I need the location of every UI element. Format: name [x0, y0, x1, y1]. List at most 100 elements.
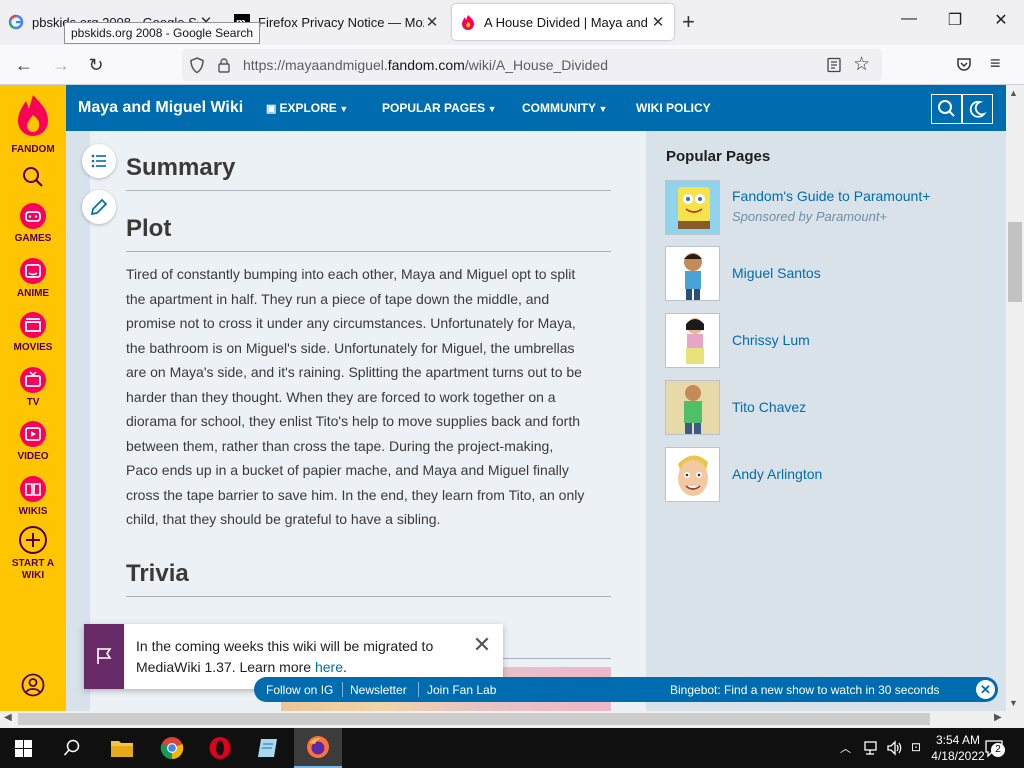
navigation-toolbar: ← → ↻ https://mayaandmiguel.fandom.com/w…: [0, 45, 1024, 85]
popular-page-item[interactable]: Fandom's Guide to Paramount+ Sponsored b…: [665, 180, 985, 235]
spongebob-thumbnail[interactable]: [665, 180, 720, 235]
nav-community[interactable]: COMMUNITY ▼: [522, 101, 607, 115]
games-controller-icon: [20, 203, 46, 229]
vertical-scrollbar[interactable]: [1006, 85, 1024, 711]
close-tab-icon[interactable]: ✕: [650, 13, 666, 31]
minimize-icon[interactable]: —: [894, 10, 924, 28]
tito-thumbnail[interactable]: [665, 380, 720, 435]
rail-item-movies[interactable]: MOVIES: [0, 311, 66, 354]
join-fan-lab-link[interactable]: Join Fan Lab: [427, 683, 496, 697]
chrissy-thumbnail[interactable]: [665, 313, 720, 368]
follow-on-ig-link[interactable]: Follow on IG: [266, 683, 333, 697]
rail-label-anime: ANIME: [16, 288, 50, 299]
horizontal-scroll-thumb[interactable]: [18, 713, 930, 725]
nav-explore[interactable]: ▣ EXPLORE ▼: [266, 101, 348, 115]
plot-line: promise not to cross it under any circum…: [126, 315, 576, 331]
close-notice-icon[interactable]: ✕: [472, 634, 492, 656]
popular-page-item[interactable]: Andy Arlington: [665, 447, 985, 502]
rail-item-start-a-wiki[interactable]: START A WIKI: [0, 525, 66, 582]
popular-page-link[interactable]: Miguel Santos: [732, 265, 821, 281]
wiki-search-button[interactable]: [931, 94, 962, 124]
url-text[interactable]: https://mayaandmiguel.fandom.com/wiki/A_…: [243, 57, 608, 73]
show-hidden-icons[interactable]: ︿: [840, 740, 851, 756]
wiki-name-link[interactable]: Maya and Miguel Wiki: [78, 99, 243, 117]
menu-icon[interactable]: ≡: [990, 53, 1001, 74]
taskbar-opera[interactable]: [196, 728, 244, 768]
close-window-icon[interactable]: ✕: [986, 10, 1016, 30]
tab-house-divided[interactable]: A House Divided | Maya and Miguel Wiki ✕: [452, 4, 674, 40]
popular-page-item[interactable]: Miguel Santos: [665, 246, 985, 301]
bookmark-star-icon[interactable]: ☆: [853, 53, 870, 76]
taskbar-notepad[interactable]: [244, 728, 292, 768]
chevron-down-icon: ▼: [485, 104, 497, 114]
start-button[interactable]: [0, 728, 48, 768]
lock-icon[interactable]: [216, 57, 232, 73]
nav-wiki-policy[interactable]: WIKI POLICY: [636, 101, 711, 115]
miguel-thumbnail[interactable]: [665, 246, 720, 301]
user-account-button[interactable]: [0, 673, 66, 700]
taskbar-search-button[interactable]: [48, 728, 96, 768]
scroll-down-icon[interactable]: ▼: [1009, 698, 1018, 708]
nav-popular-label: POPULAR PAGES: [382, 101, 486, 115]
reader-view-icon[interactable]: [826, 57, 842, 73]
list-icon: [91, 154, 106, 168]
clock[interactable]: 3:54 AM 4/18/2022: [930, 732, 986, 764]
volume-icon[interactable]: [886, 740, 904, 756]
bingebot-promo-link[interactable]: Bingebot: Find a new show to watch in 30…: [670, 683, 940, 697]
learn-more-link[interactable]: here: [315, 659, 343, 675]
close-tab-icon[interactable]: ✕: [424, 13, 440, 31]
back-icon[interactable]: ←: [13, 54, 35, 76]
scroll-right-icon[interactable]: ▶: [994, 712, 1002, 723]
vertical-scroll-thumb[interactable]: [1008, 222, 1022, 302]
andy-thumbnail[interactable]: [665, 447, 720, 502]
tracking-shield-icon[interactable]: [189, 57, 205, 74]
search-button[interactable]: [0, 166, 66, 191]
close-bar-icon[interactable]: ✕: [976, 680, 995, 699]
moon-icon: [969, 100, 987, 118]
fandom-logo[interactable]: FANDOM: [0, 93, 66, 156]
popular-page-item[interactable]: Tito Chavez: [665, 380, 985, 435]
plot-line: cross the tape barrier to save him. In t…: [126, 486, 585, 503]
rail-item-anime[interactable]: ANIME: [0, 257, 66, 300]
taskbar-chrome[interactable]: [148, 728, 196, 768]
reload-icon[interactable]: ↻: [85, 54, 107, 76]
rail-item-wikis[interactable]: WIKIS: [0, 475, 66, 518]
plot-line: child, that they should be grateful to h…: [126, 511, 441, 527]
windows-logo-icon: [15, 740, 32, 757]
tab-title: A House Divided | Maya and Miguel Wiki: [484, 14, 650, 30]
plot-line: the bathroom is on Miguel's side. Unfort…: [126, 339, 575, 356]
taskbar-file-explorer[interactable]: [98, 728, 146, 768]
rail-item-video[interactable]: VIDEO: [0, 420, 66, 463]
network-icon[interactable]: [863, 740, 881, 756]
rail-item-tv[interactable]: TV: [0, 366, 66, 409]
url-domain: fandom.com: [387, 57, 465, 73]
popular-page-link[interactable]: Chrissy Lum: [732, 332, 810, 348]
pocket-icon[interactable]: [956, 57, 972, 73]
movies-clapper-icon: [20, 312, 46, 338]
scroll-left-icon[interactable]: ◀: [4, 712, 12, 723]
popular-page-item[interactable]: Chrissy Lum: [665, 313, 985, 368]
edit-button[interactable]: [82, 190, 116, 224]
clock-time: 3:54 AM: [935, 733, 981, 747]
forward-icon[interactable]: →: [50, 54, 72, 76]
maximize-icon[interactable]: ❐: [940, 10, 970, 30]
taskbar-firefox[interactable]: [294, 728, 342, 768]
dark-mode-toggle[interactable]: [962, 94, 993, 124]
rail-item-games[interactable]: GAMES: [0, 202, 66, 245]
popular-page-link[interactable]: Andy Arlington: [732, 466, 822, 482]
popular-page-link[interactable]: Tito Chavez: [732, 399, 806, 415]
table-of-contents-button[interactable]: [82, 144, 116, 178]
url-bar[interactable]: https://mayaandmiguel.fandom.com/wiki/A_…: [182, 49, 882, 81]
notepad-icon: [258, 739, 277, 757]
popular-page-link[interactable]: Fandom's Guide to Paramount+: [732, 188, 930, 204]
newsletter-link[interactable]: Newsletter: [350, 683, 407, 697]
plot-line: harder than they thought. When they are …: [126, 388, 556, 405]
new-tab-icon[interactable]: +: [682, 10, 695, 34]
nav-popular-pages[interactable]: POPULAR PAGES ▼: [382, 101, 497, 115]
notice-message: In the coming weeks this wiki will be mi…: [136, 638, 434, 675]
video-play-icon: [20, 421, 46, 447]
scroll-up-icon[interactable]: ▲: [1009, 88, 1018, 98]
rail-label-start-line1: START A: [11, 558, 55, 569]
action-center-button[interactable]: 2: [984, 738, 1005, 763]
language-indicator[interactable]: ⊡: [911, 740, 921, 754]
